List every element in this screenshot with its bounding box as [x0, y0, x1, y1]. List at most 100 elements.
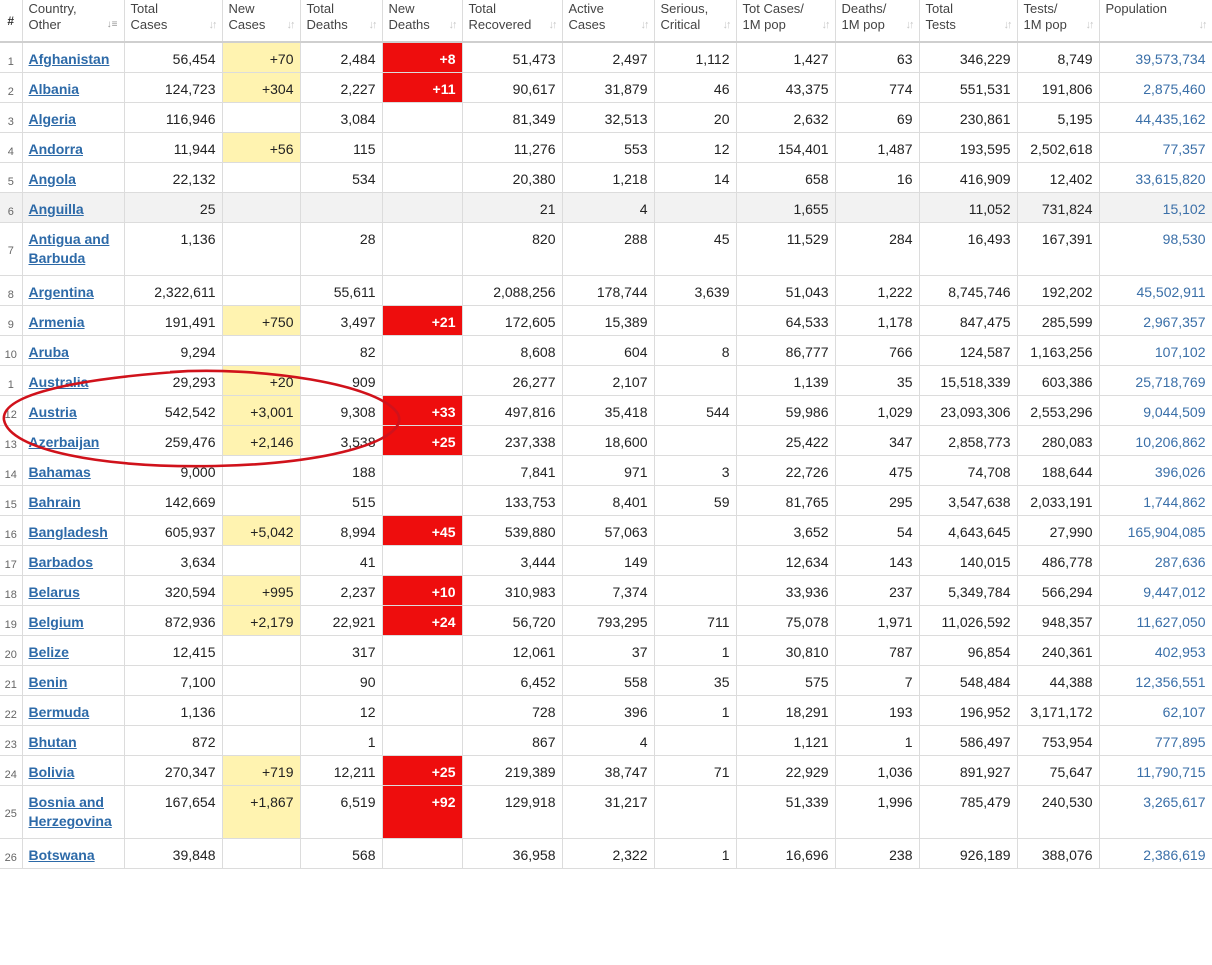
country-link[interactable]: Argentina: [29, 284, 94, 300]
cell-tcm: 1,121: [736, 725, 836, 756]
header-label: Tot Cases/ 1M pop: [742, 1, 804, 32]
cell-rank: 25: [0, 785, 23, 839]
cell-tt: 416,909: [919, 162, 1018, 193]
cell-sc: 3,639: [654, 275, 737, 306]
sort-arrows-icon[interactable]: ↓↑: [209, 17, 218, 33]
country-link[interactable]: Benin: [29, 674, 68, 690]
cell-tc: 56,454: [124, 42, 223, 73]
country-link[interactable]: Bahrain: [29, 494, 81, 510]
cell-sc: [654, 725, 737, 756]
header-tcm[interactable]: Tot Cases/ 1M pop ↓↑: [736, 0, 836, 43]
country-link[interactable]: Austria: [29, 404, 77, 420]
cell-tr: 820: [462, 222, 563, 276]
header-label: Deaths/ 1M pop: [841, 1, 887, 32]
country-link[interactable]: Azerbaijan: [29, 434, 100, 450]
cell-nd: [382, 275, 463, 306]
cell-country: Aruba: [22, 335, 125, 366]
header-nc[interactable]: New Cases ↓↑: [222, 0, 301, 43]
country-link[interactable]: Anguilla: [29, 201, 84, 217]
cell-tc: 270,347: [124, 755, 223, 786]
country-link[interactable]: Aruba: [29, 344, 69, 360]
country-link[interactable]: Belize: [29, 644, 69, 660]
sort-desc-icon[interactable]: ↓≡: [107, 17, 118, 33]
sort-arrows-icon[interactable]: ↓↑: [1004, 17, 1013, 33]
country-link[interactable]: Belarus: [29, 584, 80, 600]
cell-tr: 172,605: [462, 305, 563, 336]
header-ac[interactable]: Active Cases ↓↑: [562, 0, 655, 43]
cell-pop: 98,530: [1099, 222, 1212, 276]
cell-rank: 5: [0, 162, 23, 193]
country-link[interactable]: Belgium: [29, 614, 84, 630]
country-link[interactable]: Bangladesh: [29, 524, 108, 540]
cell-tcm: 1,139: [736, 365, 836, 396]
country-link[interactable]: Bolivia: [29, 764, 75, 780]
cell-tm: 2,553,296: [1017, 395, 1100, 426]
header-label: Active Cases: [568, 1, 606, 32]
cell-tcm: 86,777: [736, 335, 836, 366]
cell-tr: 3,444: [462, 545, 563, 576]
cell-nc: [222, 725, 301, 756]
country-link[interactable]: Bosnia and Herzegovina: [29, 794, 112, 829]
sort-arrows-icon[interactable]: ↓↑: [641, 17, 650, 33]
cell-tr: 497,816: [462, 395, 563, 426]
header-dm[interactable]: Deaths/ 1M pop ↓↑: [835, 0, 920, 43]
cell-tr: 26,277: [462, 365, 563, 396]
sort-arrows-icon[interactable]: ↓↑: [449, 17, 458, 33]
cell-td: 3,497: [300, 305, 383, 336]
country-link[interactable]: Algeria: [29, 111, 76, 127]
cell-ac: 149: [562, 545, 655, 576]
table-row: 10 Aruba 9,294 82 8,608 604 8 86,777 766 124,587 1…: [0, 335, 1212, 366]
country-link[interactable]: Australia: [29, 374, 89, 390]
sort-arrows-icon[interactable]: ↓↑: [1199, 17, 1208, 33]
header-tm[interactable]: Tests/ 1M pop ↓↑: [1017, 0, 1100, 43]
sort-arrows-icon[interactable]: ↓↑: [549, 17, 558, 33]
cell-tr: 867: [462, 725, 563, 756]
header-pop[interactable]: Population ↓↑: [1099, 0, 1212, 43]
sort-arrows-icon[interactable]: ↓↑: [287, 17, 296, 33]
country-link[interactable]: Afghanistan: [29, 51, 110, 67]
country-link[interactable]: Andorra: [29, 141, 83, 157]
country-link[interactable]: Barbados: [29, 554, 94, 570]
country-link[interactable]: Angola: [29, 171, 76, 187]
cell-sc: [654, 515, 737, 546]
cell-rank: 21: [0, 665, 23, 696]
header-label: Population: [1105, 1, 1167, 16]
header-country[interactable]: Country, Other ↓≡: [22, 0, 125, 43]
header-tt[interactable]: Total Tests ↓↑: [919, 0, 1018, 43]
cell-sc: [654, 575, 737, 606]
country-link[interactable]: Botswana: [29, 847, 95, 863]
cell-tc: 2,322,611: [124, 275, 223, 306]
cell-ac: 396: [562, 695, 655, 726]
cell-tc: 29,293: [124, 365, 223, 396]
country-link[interactable]: Armenia: [29, 314, 85, 330]
table-row: 24 Bolivia 270,347 +719 12,211 +25 219,389 38,7…: [0, 755, 1212, 786]
cell-tr: 7,841: [462, 455, 563, 486]
cell-dm: 1,036: [835, 755, 920, 786]
header-tr[interactable]: Total Recovered ↓↑: [462, 0, 563, 43]
header-tc[interactable]: Total Cases ↓↑: [124, 0, 223, 43]
country-link[interactable]: Antigua and Barbuda: [29, 231, 110, 266]
country-link[interactable]: Bermuda: [29, 704, 90, 720]
country-link[interactable]: Albania: [29, 81, 80, 97]
cell-tcm: 22,726: [736, 455, 836, 486]
sort-arrows-icon[interactable]: ↓↑: [822, 17, 831, 33]
country-link[interactable]: Bahamas: [29, 464, 91, 480]
cell-pop: 77,357: [1099, 132, 1212, 163]
cell-tm: 566,294: [1017, 575, 1100, 606]
header-rank[interactable]: #: [0, 0, 23, 43]
country-link[interactable]: Bhutan: [29, 734, 77, 750]
header-sc[interactable]: Serious, Critical ↓↑: [654, 0, 737, 43]
sort-arrows-icon[interactable]: ↓↑: [369, 17, 378, 33]
header-nd[interactable]: New Deaths ↓↑: [382, 0, 463, 43]
sort-arrows-icon[interactable]: ↓↑: [906, 17, 915, 33]
sort-arrows-icon[interactable]: ↓↑: [1086, 17, 1095, 33]
sort-arrows-icon[interactable]: ↓↑: [723, 17, 732, 33]
cell-tcm: 18,291: [736, 695, 836, 726]
cell-nc: +70: [222, 42, 301, 73]
cell-tt: 140,015: [919, 545, 1018, 576]
cell-country: Anguilla: [22, 192, 125, 223]
cell-tc: 39,848: [124, 838, 223, 869]
cell-tcm: 1,655: [736, 192, 836, 223]
header-td[interactable]: Total Deaths ↓↑: [300, 0, 383, 43]
cell-tm: 285,599: [1017, 305, 1100, 336]
